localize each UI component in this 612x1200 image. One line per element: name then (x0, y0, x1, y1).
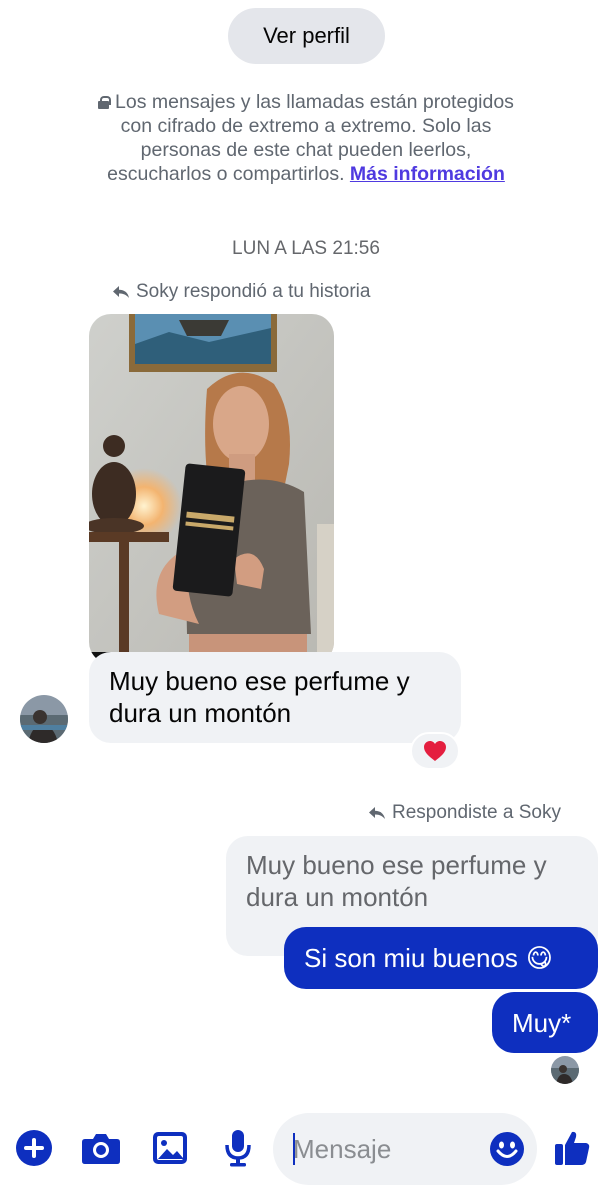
face-savoring-food-emoji: 😋 (525, 943, 554, 973)
thumbs-up-icon[interactable] (552, 1128, 592, 1168)
outgoing-reply-label: Respondiste a Soky (368, 802, 561, 824)
view-profile-button[interactable]: Ver perfil (228, 8, 385, 64)
message-composer (0, 1100, 612, 1200)
message-input-field[interactable] (273, 1113, 537, 1185)
lock-icon (98, 96, 112, 109)
outgoing-message-bubble[interactable]: Si son miu buenos 😋 (284, 927, 598, 989)
outgoing-message-text: Muy* (512, 1007, 572, 1038)
message-timestamp: LUN A LAS 21:56 (232, 238, 380, 259)
heart-icon (424, 741, 446, 761)
story-image[interactable] (89, 314, 334, 664)
encryption-notice: Los mensajes y las llamadas están proteg… (96, 90, 516, 186)
story-reply-text: Soky respondió a tu historia (136, 281, 371, 302)
outgoing-reply-text: Respondiste a Soky (392, 802, 561, 823)
more-info-link[interactable]: Más información (350, 163, 505, 185)
contact-avatar[interactable] (20, 695, 68, 743)
microphone-icon[interactable] (218, 1128, 258, 1168)
outgoing-message-bubble[interactable]: Muy* (492, 992, 598, 1053)
plus-icon[interactable] (14, 1128, 54, 1168)
message-input[interactable] (293, 1129, 473, 1169)
outgoing-message-text: Si son miu buenos (304, 943, 518, 973)
camera-icon[interactable] (81, 1128, 121, 1168)
emoji-icon[interactable] (489, 1131, 525, 1167)
incoming-message-bubble[interactable]: Muy bueno ese perfume y dura un montón (89, 652, 461, 743)
gallery-icon[interactable] (150, 1128, 190, 1168)
reply-arrow-icon (369, 807, 385, 819)
seen-avatar (551, 1056, 579, 1084)
reply-arrow-icon (113, 286, 129, 298)
story-reply-label: Soky respondió a tu historia (112, 281, 370, 303)
message-reaction[interactable] (410, 732, 460, 770)
